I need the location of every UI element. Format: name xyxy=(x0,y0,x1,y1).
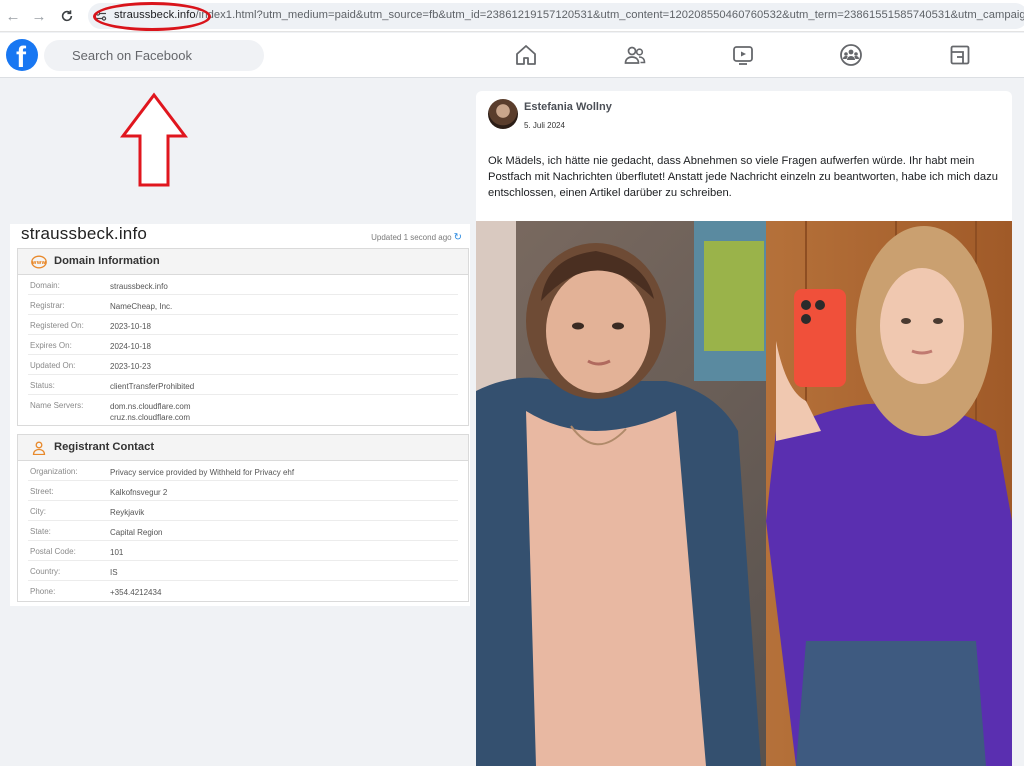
post-author[interactable]: Estefania Wollny xyxy=(524,101,612,113)
registered-on-key: Registered On: xyxy=(30,321,84,330)
registrant-contact-header: Registrant Contact xyxy=(18,435,468,461)
domain-information-card: www Domain Information Domain: straussbec… xyxy=(17,248,469,426)
facebook-post: Estefania Wollny 5. Juli 2024 Ok Mädels,… xyxy=(476,91,1012,766)
groups-icon[interactable] xyxy=(839,43,863,67)
whois-panel: straussbeck.info Updated 1 second ago ↻ w… xyxy=(10,224,470,606)
watch-icon[interactable] xyxy=(731,43,755,67)
city-key: City: xyxy=(30,507,46,516)
street-value: Kalkofnsvegur 2 xyxy=(110,488,168,497)
www-globe-icon: www xyxy=(31,255,47,269)
name-server-2: cruz.ns.cloudflare.com xyxy=(110,413,191,422)
registrar-key: Registrar: xyxy=(30,301,65,310)
post-date[interactable]: 5. Juli 2024 xyxy=(524,121,565,130)
country-value: IS xyxy=(110,568,118,577)
friends-icon[interactable] xyxy=(623,43,647,67)
postal-code-value: 101 xyxy=(110,548,124,557)
red-up-arrow xyxy=(120,92,188,187)
back-arrow-icon[interactable]: ← xyxy=(2,5,24,27)
status-key: Status: xyxy=(30,381,55,390)
browser-toolbar: ← → straussbeck.info/index1.html?utm_med… xyxy=(0,0,1024,32)
reload-icon[interactable] xyxy=(56,5,78,27)
url-text: straussbeck.info/index1.html?utm_medium=… xyxy=(114,9,1024,21)
state-key: State: xyxy=(30,527,51,536)
before-after-photo[interactable] xyxy=(476,221,1012,766)
domain-value: straussbeck.info xyxy=(110,282,168,291)
registrar-value: NameCheap, Inc. xyxy=(110,302,173,311)
expires-on-key: Expires On: xyxy=(30,341,72,350)
organization-key: Organization: xyxy=(30,467,78,476)
domain-information-title: Domain Information xyxy=(54,255,160,267)
url-path: /index1.html?utm_medium=paid&utm_source=… xyxy=(195,9,1024,21)
gaming-icon[interactable] xyxy=(948,43,972,67)
updated-on-value: 2023-10-23 xyxy=(110,362,151,371)
registered-on-value: 2023-10-18 xyxy=(110,322,151,331)
name-server-1: dom.ns.cloudflare.com xyxy=(110,402,191,411)
home-icon[interactable] xyxy=(514,43,538,67)
forward-arrow-icon[interactable]: → xyxy=(28,5,50,27)
person-icon xyxy=(32,441,46,455)
registrant-contact-title: Registrant Contact xyxy=(54,441,155,453)
post-text: Ok Mädels, ich hätte nie gedacht, dass A… xyxy=(488,155,998,199)
organization-value: Privacy service provided by Withheld for… xyxy=(110,468,295,477)
name-servers-key: Name Servers: xyxy=(30,401,84,410)
postal-code-key: Postal Code: xyxy=(30,547,76,556)
facebook-header: f xyxy=(0,33,1024,78)
refresh-icon[interactable]: ↻ xyxy=(454,232,462,243)
author-avatar[interactable] xyxy=(488,99,518,129)
phone-value: +354.4212434 xyxy=(110,588,162,597)
red-highlight-circle xyxy=(93,2,211,31)
domain-information-header: www Domain Information xyxy=(18,249,468,275)
phone-key: Phone: xyxy=(30,587,56,596)
expires-on-value: 2024-10-18 xyxy=(110,342,151,351)
street-key: Street: xyxy=(30,487,54,496)
status-value: clientTransferProhibited xyxy=(110,382,195,391)
updated-on-key: Updated On: xyxy=(30,361,76,370)
city-value: Reykjavik xyxy=(110,508,145,517)
facebook-logo[interactable]: f xyxy=(6,39,38,71)
updated-text: Updated 1 second ago xyxy=(371,233,452,242)
name-servers-value: dom.ns.cloudflare.com cruz.ns.cloudflare.… xyxy=(110,401,190,423)
state-value: Capital Region xyxy=(110,528,163,537)
domain-key: Domain: xyxy=(30,281,60,290)
domain-title: straussbeck.info xyxy=(21,224,148,243)
country-key: Country: xyxy=(30,567,61,576)
search-input[interactable] xyxy=(44,40,264,71)
svg-text:www: www xyxy=(32,260,47,266)
registrant-contact-card: Registrant Contact Organization: Privacy … xyxy=(17,434,469,602)
updated-status: Updated 1 second ago ↻ xyxy=(371,232,462,243)
address-bar[interactable]: straussbeck.info/index1.html?utm_medium=… xyxy=(88,3,1024,29)
